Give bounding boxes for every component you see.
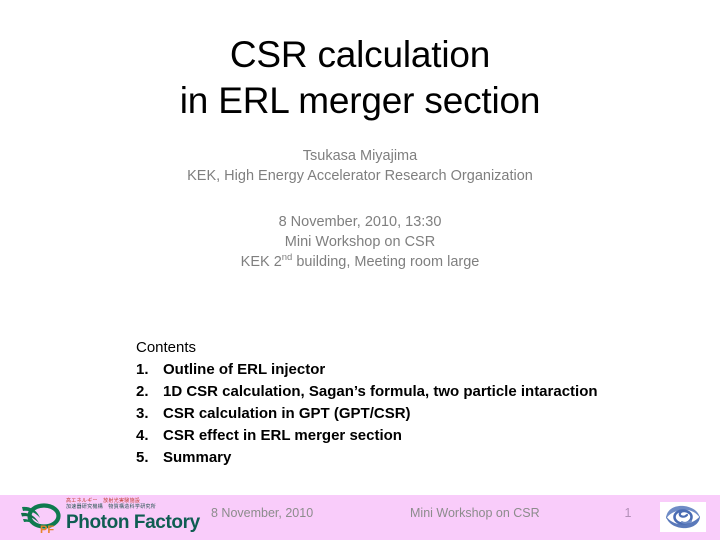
list-item-number: 1. bbox=[136, 361, 149, 378]
list-item: 2. 1D CSR calculation, Sagan’s formula, … bbox=[136, 381, 696, 403]
kek-logo-icon bbox=[660, 502, 706, 532]
list-item: 5. Summary bbox=[136, 447, 696, 469]
contents-list: 1. Outline of ERL injector 2. 1D CSR cal… bbox=[136, 359, 696, 469]
slide-canvas: CSR calculation in ERL merger section Ts… bbox=[0, 0, 720, 540]
event-name: Mini Workshop on CSR bbox=[284, 234, 436, 250]
event-block: 8 November, 2010, 13:30 Mini Workshop on… bbox=[0, 212, 720, 272]
contents-block: Contents 1. Outline of ERL injector 2. 1… bbox=[136, 337, 696, 469]
list-item-text: Outline of ERL injector bbox=[163, 361, 326, 378]
list-item: 3. CSR calculation in GPT (GPT/CSR) bbox=[136, 403, 696, 425]
pf-wordmark-text: Photon Factory bbox=[66, 512, 200, 533]
event-venue-suffix: building, Meeting room large bbox=[292, 254, 480, 270]
list-item-text: Summary bbox=[163, 449, 232, 466]
author-affiliation: KEK, High Energy Accelerator Research Or… bbox=[187, 168, 533, 184]
event-venue-ordinal-suffix: nd bbox=[281, 252, 293, 264]
event-datetime: 8 November, 2010, 13:30 bbox=[278, 214, 442, 230]
list-item-text: CSR calculation in GPT (GPT/CSR) bbox=[163, 405, 411, 422]
photon-factory-wordmark: 高エネルギー 放射光実験施設 加速器研究機構 物質構造科学研究所 Photon … bbox=[66, 498, 200, 536]
event-venue: KEK 2nd building, Meeting room large bbox=[0, 252, 720, 272]
list-item-text: 1D CSR calculation, Sagan’s formula, two… bbox=[163, 383, 598, 400]
list-item-text: CSR effect in ERL merger section bbox=[163, 427, 402, 444]
event-venue-prefix: KEK 2 bbox=[240, 254, 282, 270]
contents-heading: Contents bbox=[136, 339, 197, 356]
list-item-number: 5. bbox=[136, 449, 149, 466]
svg-text:PF: PF bbox=[40, 524, 54, 536]
pf-japanese-line-2: 加速器研究機構 物質構造科学研究所 bbox=[66, 504, 157, 510]
slide-title: CSR calculation in ERL merger section bbox=[0, 32, 720, 124]
title-line-1: CSR calculation bbox=[229, 34, 491, 75]
title-line-2: in ERL merger section bbox=[179, 80, 541, 121]
footer-page-number: 1 bbox=[624, 506, 632, 520]
footer-date: 8 November, 2010 bbox=[211, 506, 314, 520]
list-item: 1. Outline of ERL injector bbox=[136, 359, 696, 381]
photon-factory-logo-icon: PF bbox=[20, 500, 62, 536]
list-item: 4. CSR effect in ERL merger section bbox=[136, 425, 696, 447]
list-item-number: 2. bbox=[136, 383, 149, 400]
author-name: Tsukasa Miyajima bbox=[302, 148, 418, 164]
footer-event-name: Mini Workshop on CSR bbox=[410, 506, 540, 520]
list-item-number: 3. bbox=[136, 405, 149, 422]
list-item-number: 4. bbox=[136, 427, 149, 444]
author-block: Tsukasa Miyajima KEK, High Energy Accele… bbox=[0, 146, 720, 186]
